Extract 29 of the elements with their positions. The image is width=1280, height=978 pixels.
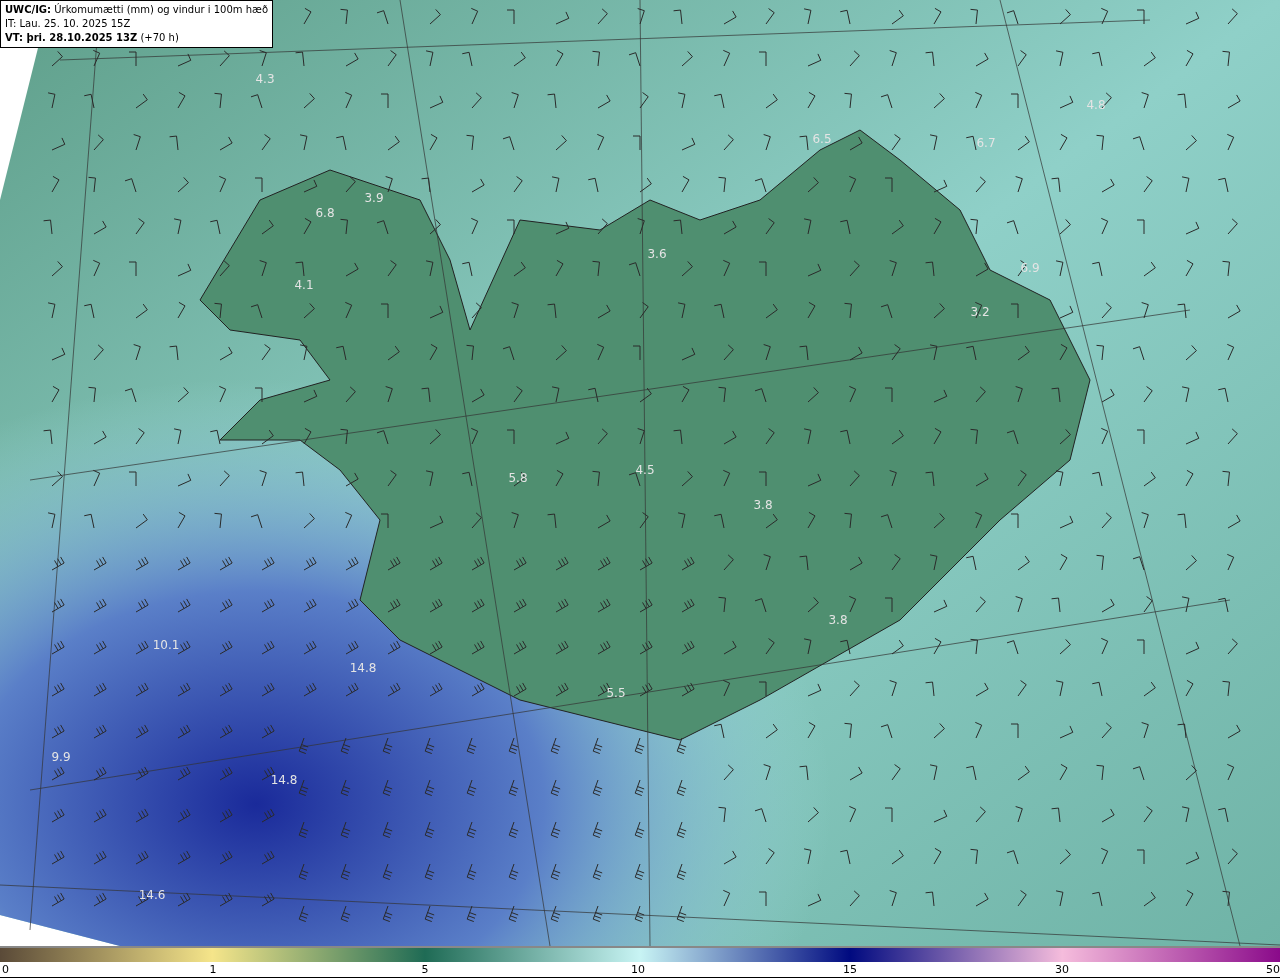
value-label: 3.6 (647, 247, 667, 261)
value-label: 9.9 (51, 750, 71, 764)
value-label: 4.8 (1086, 98, 1106, 112)
value-label: 4.3 (255, 72, 275, 86)
scale-tick-label: 5 (421, 962, 429, 976)
scale-tick-label: 1 (209, 962, 217, 976)
value-label: 3.2 (970, 305, 990, 319)
info-line: VT: þri. 28.10.2025 13Z (+70 h) (5, 31, 180, 45)
value-label: 3.8 (828, 613, 848, 627)
value-label: 4.1 (294, 278, 314, 292)
value-label: 5.8 (508, 471, 528, 485)
value-label: 6.7 (976, 136, 996, 150)
value-label: 10.1 (152, 638, 180, 652)
value-label: 6.8 (315, 206, 335, 220)
value-label: 3.8 (753, 498, 773, 512)
value-label: 4.5 (635, 463, 655, 477)
value-label: 6.5 (812, 132, 832, 146)
value-label: 5.5 (606, 686, 626, 700)
value-label: 14.8 (270, 773, 298, 787)
value-label: 14.8 (349, 661, 377, 675)
scale-tick-label: 50 (1266, 962, 1280, 976)
scale-tick-label: 30 (1055, 962, 1069, 976)
scale-tick-label: 10 (631, 962, 645, 976)
info-line: IT: Lau. 25. 10. 2025 15Z (5, 17, 132, 31)
info-line: UWC/IG: Úrkomumætti (mm) og vindur i 100m hæð (5, 3, 269, 17)
scale-tick-label: 0 (2, 962, 9, 976)
value-label: 14.6 (138, 888, 166, 902)
scale-tick-label: 15 (843, 962, 857, 976)
value-label: 3.9 (364, 191, 384, 205)
